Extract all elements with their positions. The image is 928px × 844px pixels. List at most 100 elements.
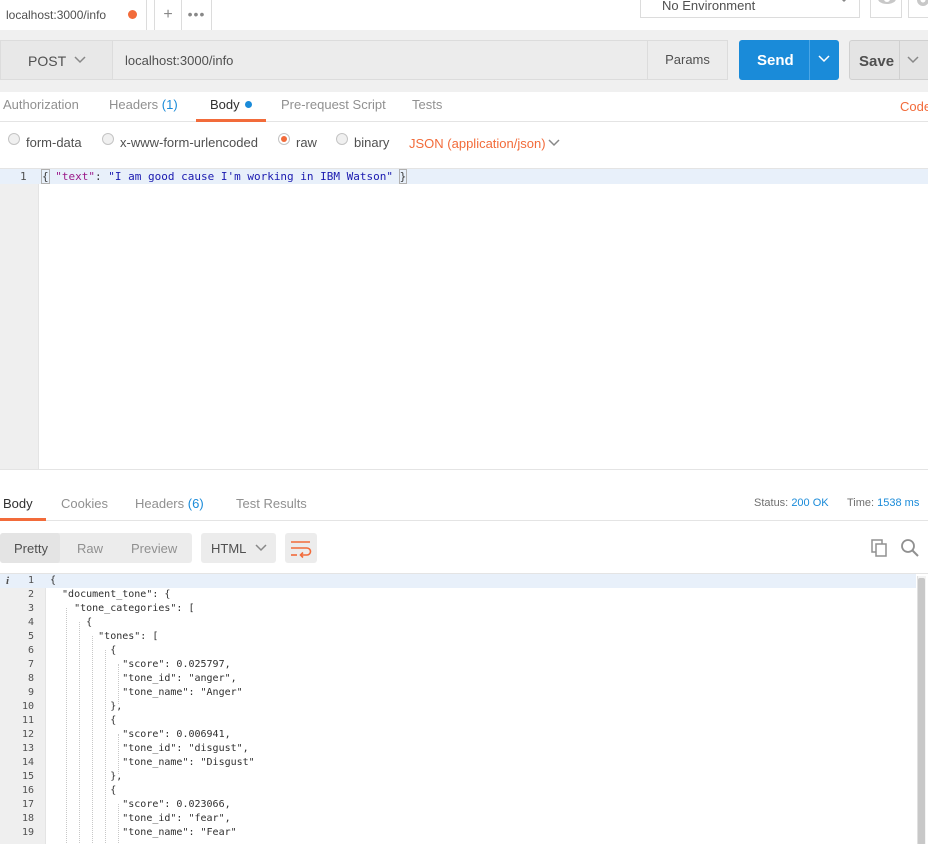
code-text: { <box>50 617 93 628</box>
chevron-down-icon <box>255 544 267 552</box>
radio-urlencoded[interactable] <box>102 133 114 145</box>
code-line: 10 }, <box>0 700 916 714</box>
line-number: 16 <box>21 785 34 796</box>
send-button[interactable]: Send <box>739 40 839 80</box>
tab-body[interactable]: Body <box>210 97 252 112</box>
tab-label: Tests <box>412 97 443 112</box>
tab-authorization[interactable]: Authorization <box>3 97 79 112</box>
code-line: 9 "tone_name": "Anger" <box>0 686 916 700</box>
radio-raw[interactable] <box>278 133 290 145</box>
tab-response-headers[interactable]: Headers (6) <box>135 496 204 511</box>
content-type-select[interactable]: JSON (application/json) <box>409 136 546 151</box>
scrollbar-thumb[interactable] <box>918 578 925 844</box>
body-modified-dot-icon <box>244 101 252 108</box>
save-button[interactable]: Save <box>849 40 928 80</box>
status-label: Status: <box>754 497 789 509</box>
line-number: 9 <box>27 687 34 698</box>
status-readout: Status: 200 OK <box>754 497 829 509</box>
line-number: 10 <box>21 701 34 712</box>
time-value: 1538 ms <box>877 497 920 509</box>
send-divider <box>809 40 810 80</box>
tab-tests[interactable]: Tests <box>412 97 442 112</box>
copy-icon[interactable] <box>870 538 890 558</box>
code-line: 4 { <box>0 616 916 630</box>
code-colon: : <box>95 170 109 183</box>
line-number: 3 <box>27 603 34 614</box>
chevron-down-icon[interactable] <box>906 55 920 65</box>
radio-label: raw <box>296 135 317 150</box>
request-body-editor[interactable]: 1 { "text": "I am good cause I'm working… <box>0 168 928 470</box>
code-text: }, <box>50 701 123 712</box>
response-tabs: Body Cookies Headers (6) Test Results St… <box>0 480 928 521</box>
tab-label: Pre-request Script <box>281 97 386 112</box>
radio-binary[interactable] <box>336 133 348 145</box>
line-number: 15 <box>21 771 34 782</box>
environment-select[interactable]: No Environment <box>640 0 860 18</box>
code-line: 16 { <box>0 784 916 798</box>
new-tab-button[interactable]: + <box>154 0 182 30</box>
indent-guide <box>105 650 106 844</box>
response-toolbar: Pretty Raw Preview HTML <box>0 521 928 573</box>
code-line: 3 "tone_categories": [ <box>0 602 916 616</box>
save-label: Save <box>859 53 895 70</box>
method-label: POST <box>28 53 67 69</box>
line-gutter <box>0 169 39 469</box>
line-number: 17 <box>21 799 34 810</box>
line-number: 1 <box>27 575 34 586</box>
send-label: Send <box>757 52 794 69</box>
view-mode-group: Pretty Raw Preview <box>0 533 192 563</box>
code-text: "score": 0.006941, <box>50 729 231 740</box>
manage-environments-button[interactable] <box>908 0 928 18</box>
code-key: "text" <box>55 170 95 183</box>
time-readout: Time: 1538 ms <box>847 497 919 509</box>
line-number: 11 <box>21 715 34 726</box>
view-pretty-button[interactable]: Pretty <box>14 541 48 556</box>
line-number: 6 <box>27 645 34 656</box>
code-text: "score": 0.025797, <box>50 659 231 670</box>
code-line: 14 "tone_name": "Disgust" <box>0 756 916 770</box>
chevron-down-icon[interactable] <box>817 54 831 64</box>
status-value: 200 OK <box>791 497 829 509</box>
code-line: 13 "tone_id": "disgust", <box>0 742 916 756</box>
chevron-down-icon <box>841 0 847 3</box>
tab-headers[interactable]: Headers (1) <box>109 97 178 112</box>
chevron-down-icon[interactable] <box>547 138 561 148</box>
url-input[interactable]: localhost:3000/info <box>113 40 648 80</box>
code-brace: } <box>398 169 408 184</box>
tab-test-results[interactable]: Test Results <box>236 496 307 511</box>
view-raw-button[interactable]: Raw <box>77 541 103 556</box>
code-line: 12 "score": 0.006941, <box>0 728 916 742</box>
code-line: 6 { <box>0 644 916 658</box>
params-button[interactable]: Params <box>648 40 728 80</box>
wrap-lines-icon <box>291 541 312 559</box>
code-line: 11 { <box>0 714 916 728</box>
code-line: 17 "score": 0.023066, <box>0 798 916 812</box>
url-bar: POST localhost:3000/info Params Send Sav… <box>0 30 928 92</box>
code-link[interactable]: Code <box>900 99 928 114</box>
line-number: 5 <box>27 631 34 642</box>
save-divider <box>899 41 900 79</box>
code-text: { <box>50 715 117 726</box>
method-select[interactable]: POST <box>0 40 113 80</box>
tab-pre-request-script[interactable]: Pre-request Script <box>281 97 386 112</box>
wrap-lines-button[interactable] <box>285 533 317 563</box>
code-text: { <box>50 785 117 796</box>
request-body-code: { "text": "I am good cause I'm working i… <box>41 169 408 184</box>
tab-cookies[interactable]: Cookies <box>61 496 108 511</box>
chevron-down-icon <box>74 56 86 64</box>
code-line: 1{ <box>0 574 916 588</box>
line-number: 8 <box>27 673 34 684</box>
eye-icon <box>878 0 896 4</box>
view-preview-button[interactable]: Preview <box>131 541 177 556</box>
radio-form-data[interactable] <box>8 133 20 145</box>
format-select[interactable]: HTML <box>201 533 276 563</box>
environment-quick-look-button[interactable] <box>870 0 902 18</box>
more-tabs-button[interactable]: ••• <box>182 0 212 30</box>
indent-guide <box>118 734 119 774</box>
tab-response-body[interactable]: Body <box>3 496 33 511</box>
request-tab[interactable]: localhost:3000/info <box>0 0 147 30</box>
search-icon[interactable] <box>899 538 921 558</box>
code-text: "score": 0.023066, <box>50 799 231 810</box>
code-string: "I am good cause I'm working in IBM Wats… <box>108 170 394 183</box>
response-body-viewer[interactable]: i 1{2 "document_tone": {3 "tone_categori… <box>0 573 928 844</box>
